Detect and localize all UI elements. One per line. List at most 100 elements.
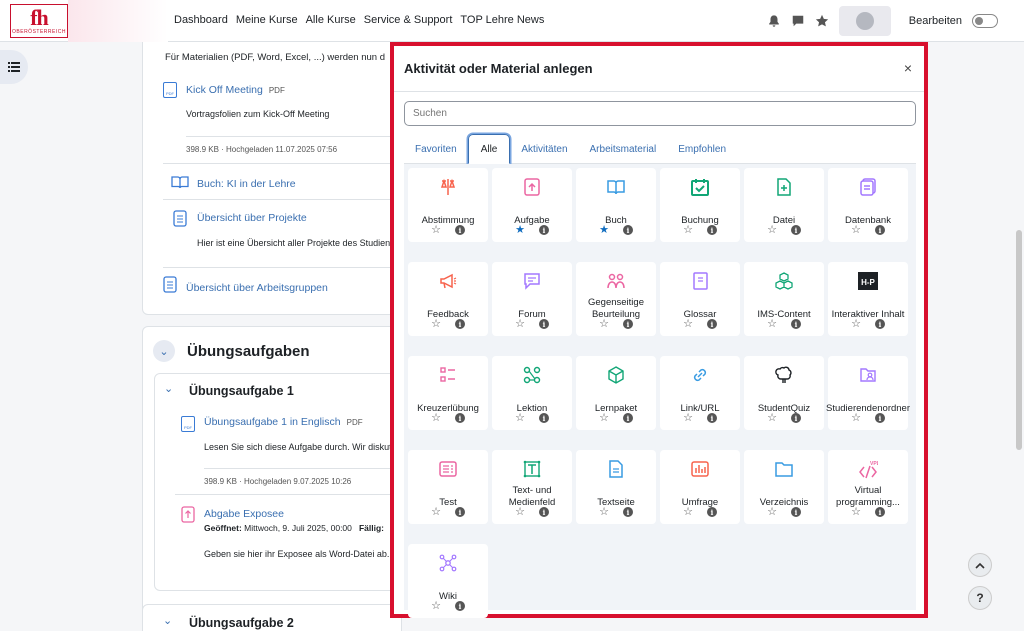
nav-link-my-courses[interactable]: Meine Kurse: [236, 14, 298, 26]
nav-link-service-support[interactable]: Service & Support: [364, 14, 453, 26]
activity-tile-wiki[interactable]: Wiki ☆ i: [408, 544, 488, 618]
info-icon[interactable]: i: [706, 319, 717, 329]
book-link[interactable]: Buch: KI in der Lehre: [197, 178, 296, 190]
tab-recommended[interactable]: Empfohlen: [667, 134, 737, 164]
tab-all[interactable]: Alle: [467, 134, 511, 164]
tab-favorites[interactable]: Favoriten: [404, 134, 468, 164]
activity-tile-test[interactable]: Test ☆ i: [408, 450, 488, 524]
star-outline-icon[interactable]: ☆: [767, 413, 777, 424]
star-outline-icon[interactable]: ☆: [431, 413, 441, 424]
activity-tile-aufgabe[interactable]: Aufgabe ★ i: [492, 168, 572, 242]
chevron-down-icon[interactable]: ⌄: [153, 340, 175, 362]
info-icon[interactable]: i: [874, 225, 885, 235]
info-icon[interactable]: i: [454, 601, 465, 611]
chevron-down-icon[interactable]: ⌄: [163, 614, 172, 627]
activity-tile-link-url[interactable]: Link/URL ☆ i: [660, 356, 740, 430]
info-icon[interactable]: i: [454, 507, 465, 517]
nav-link-all-courses[interactable]: Alle Kurse: [306, 14, 356, 26]
info-icon[interactable]: i: [454, 413, 465, 423]
activity-tile-feedback[interactable]: Feedback ☆ i: [408, 262, 488, 336]
info-icon[interactable]: i: [454, 319, 465, 329]
star-outline-icon[interactable]: ☆: [767, 507, 777, 518]
star-outline-icon[interactable]: ☆: [851, 225, 861, 236]
star-outline-icon[interactable]: ☆: [515, 413, 525, 424]
activity-tile-text-und-medienfeld[interactable]: Text- und Medienfeld ☆ i: [492, 450, 572, 524]
info-icon[interactable]: i: [622, 319, 633, 329]
info-icon[interactable]: i: [538, 507, 549, 517]
star-icon[interactable]: [815, 14, 829, 28]
tab-activities[interactable]: Aktivitäten: [510, 134, 578, 164]
info-icon[interactable]: i: [622, 225, 633, 235]
info-icon[interactable]: i: [538, 225, 549, 235]
nav-link-top-lehre-news[interactable]: TOP Lehre News: [460, 14, 544, 26]
assignment-link[interactable]: Abgabe Exposee: [204, 508, 284, 520]
star-outline-icon[interactable]: ☆: [515, 319, 525, 330]
info-icon[interactable]: i: [790, 225, 801, 235]
star-outline-icon[interactable]: ☆: [683, 225, 693, 236]
info-icon[interactable]: i: [790, 507, 801, 517]
info-icon[interactable]: i: [538, 319, 549, 329]
search-input[interactable]: [404, 101, 916, 126]
star-outline-icon[interactable]: ☆: [683, 413, 693, 424]
activity-tile-glossar[interactable]: Glossar ☆ i: [660, 262, 740, 336]
star-outline-icon[interactable]: ☆: [599, 507, 609, 518]
activity-tile-textseite[interactable]: Textseite ☆ i: [576, 450, 656, 524]
star-outline-icon[interactable]: ☆: [767, 319, 777, 330]
activity-tile-studentquiz[interactable]: StudentQuiz ☆ i: [744, 356, 824, 430]
star-outline-icon[interactable]: ☆: [851, 507, 861, 518]
activity-tile-datei[interactable]: Datei ☆ i: [744, 168, 824, 242]
activity-tile-forum[interactable]: Forum ☆ i: [492, 262, 572, 336]
star-outline-icon[interactable]: ☆: [431, 225, 441, 236]
info-icon[interactable]: i: [706, 413, 717, 423]
star-outline-icon[interactable]: ☆: [851, 319, 861, 330]
projects-link[interactable]: Übersicht über Projekte: [197, 212, 307, 224]
activity-tile-ims-content[interactable]: IMS-Content ☆ i: [744, 262, 824, 336]
message-icon[interactable]: [791, 14, 805, 28]
star-filled-icon[interactable]: ★: [599, 225, 609, 236]
info-icon[interactable]: i: [790, 413, 801, 423]
star-filled-icon[interactable]: ★: [515, 225, 525, 236]
site-logo[interactable]: fh OBERÖSTERREICH: [10, 4, 68, 38]
activity-tile-lektion[interactable]: Lektion ☆ i: [492, 356, 572, 430]
activity-tile-lernpaket[interactable]: Lernpaket ☆ i: [576, 356, 656, 430]
star-outline-icon[interactable]: ☆: [767, 225, 777, 236]
star-outline-icon[interactable]: ☆: [599, 413, 609, 424]
star-outline-icon[interactable]: ☆: [431, 601, 441, 612]
info-icon[interactable]: i: [874, 413, 885, 423]
scroll-to-top-button[interactable]: [968, 553, 992, 577]
activity-tile-gegenseitige-beurteilung[interactable]: Gegenseitige Beurteilung ☆ i: [576, 262, 656, 336]
exercise-1-file-link[interactable]: Übungsaufgabe 1 in Englisch: [204, 416, 341, 428]
star-outline-icon[interactable]: ☆: [431, 319, 441, 330]
activity-tile-studierendenordner[interactable]: Studierendenordner ☆ i: [826, 356, 910, 430]
activity-tile-abstimmung[interactable]: Abstimmung ☆ i: [408, 168, 488, 242]
star-outline-icon[interactable]: ☆: [515, 507, 525, 518]
course-index-toggle[interactable]: [0, 50, 28, 84]
chevron-down-icon[interactable]: ⌄: [164, 382, 173, 395]
activity-tile-buch[interactable]: Buch ★ i: [576, 168, 656, 242]
help-button[interactable]: ?: [968, 586, 992, 610]
info-icon[interactable]: i: [706, 225, 717, 235]
info-icon[interactable]: i: [706, 507, 717, 517]
activity-tile-datenbank[interactable]: Datenbank ☆ i: [828, 168, 908, 242]
page-scrollbar[interactable]: [1016, 230, 1022, 450]
user-avatar[interactable]: [838, 6, 891, 36]
close-icon[interactable]: ×: [904, 60, 912, 76]
star-outline-icon[interactable]: ☆: [599, 319, 609, 330]
kickoff-link[interactable]: Kick Off Meeting: [186, 84, 263, 96]
info-icon[interactable]: i: [874, 507, 885, 517]
info-icon[interactable]: i: [622, 507, 633, 517]
edit-mode-toggle[interactable]: [972, 14, 998, 28]
activity-tile-verzeichnis[interactable]: Verzeichnis ☆ i: [744, 450, 824, 524]
info-icon[interactable]: i: [622, 413, 633, 423]
activity-tile-interaktiver-inhalt[interactable]: H-P Interaktiver Inhalt ☆ i: [828, 262, 908, 336]
info-icon[interactable]: i: [538, 413, 549, 423]
star-outline-icon[interactable]: ☆: [851, 413, 861, 424]
activity-tile-buchung[interactable]: Buchung ☆ i: [660, 168, 740, 242]
activity-tile-umfrage[interactable]: Umfrage ☆ i: [660, 450, 740, 524]
star-outline-icon[interactable]: ☆: [683, 319, 693, 330]
info-icon[interactable]: i: [454, 225, 465, 235]
info-icon[interactable]: i: [790, 319, 801, 329]
nav-link-dashboard[interactable]: Dashboard: [174, 14, 228, 26]
tab-resources[interactable]: Arbeitsmaterial: [579, 134, 668, 164]
star-outline-icon[interactable]: ☆: [431, 507, 441, 518]
